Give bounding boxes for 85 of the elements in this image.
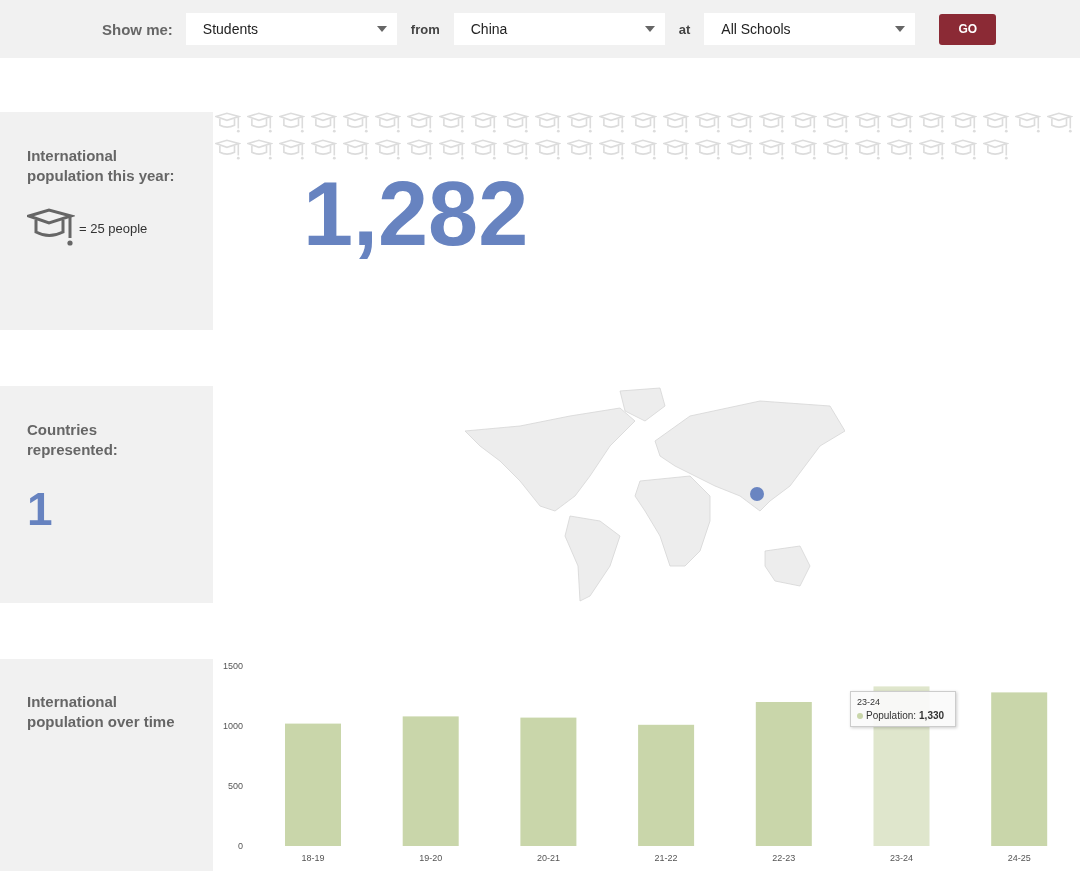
graduation-cap-icon [1015,112,1041,134]
graduation-cap-icon [343,112,369,134]
axis-tick-label: 19-20 [419,853,443,863]
axis-tick-label: 20-21 [536,853,560,863]
graduation-cap-icon [631,138,657,161]
from-label: from [410,21,440,37]
graduation-cap-icon [279,112,305,134]
section-title: Countries represented: [27,420,119,460]
series-dot [857,712,863,719]
country-dropdown[interactable]: China [453,13,665,45]
section-title: International population this year: [27,146,176,186]
graduation-cap-icon [567,138,593,161]
graduation-cap-icon [759,138,785,161]
graduation-cap-icon [951,112,977,134]
graduation-cap-icon [663,138,689,161]
axis-tick-label: 0 [238,841,243,851]
audience-dropdown[interactable]: Students [185,13,397,45]
graduation-cap-icon [855,138,881,161]
graduation-cap-icon [887,112,913,134]
graduation-cap-icon [279,138,305,161]
graduation-cap-icon [343,138,369,161]
location-dot [750,487,764,501]
graduation-cap-icon [471,138,497,161]
axis-tick-label: 18-19 [301,853,325,863]
graduation-cap-icon [599,138,625,161]
caret-icon [376,26,387,32]
graduation-cap-icon [759,112,785,134]
graduation-cap-icon [887,138,913,161]
axis-tick-label: 1500 [222,661,243,671]
graduation-cap-icon [503,138,529,161]
graduation-cap-icon [503,112,529,134]
graduation-cap-icon [631,112,657,134]
graduation-cap-icon [247,112,273,134]
tooltip-title: 23-24 [857,697,882,707]
axis-tick-label: 22-23 [772,853,796,863]
axis-tick-label: 1000 [222,721,243,731]
graduation-cap-icon [407,138,433,161]
graduation-cap-icon [823,138,849,161]
axis-tick-label: 23-24 [890,853,913,863]
at-label: at [678,21,691,37]
graduation-cap-icon [535,112,561,134]
graduation-cap-icon [439,112,465,134]
graduation-cap-icon [727,112,753,134]
tooltip-label: Population: [866,710,917,721]
go-button[interactable]: GO [939,13,997,45]
graduation-cap-icon [919,112,945,134]
graduation-cap-icon [215,112,241,134]
graduation-cap-icon [27,208,75,248]
graduation-cap-icon [983,138,1009,161]
graduation-cap-icon [215,138,241,161]
graduation-cap-icon [695,112,721,134]
graduation-cap-icon [727,138,753,161]
graduation-cap-icon [791,112,817,134]
graduation-cap-icon [247,138,273,161]
graduation-cap-icon [791,138,817,161]
section-title: International population over time [27,692,176,732]
graduation-cap-icon [919,138,945,161]
tooltip-value: 1,330 [919,710,945,721]
axis-tick-label: 500 [227,781,243,791]
graduation-cap-icon [439,138,465,161]
graduation-cap-icon [663,112,689,134]
graduation-cap-icon [311,138,337,161]
graduation-cap-icon [823,112,849,134]
graduation-cap-icon [599,112,625,134]
axis-tick-label: 21-22 [654,853,678,863]
graduation-cap-icon [407,112,433,134]
graduation-cap-icon [951,138,977,161]
graduation-cap-icon [855,112,881,134]
school-dropdown[interactable]: All Schools [704,13,916,45]
country-count: 1 [27,482,54,536]
graduation-cap-icon [695,138,721,161]
show-label: Show me: [102,20,173,38]
graduation-cap-icon [375,138,401,161]
legend-text: = 25 people [79,220,148,236]
graduation-cap-icon [375,112,401,134]
graduation-cap-icon [535,138,561,161]
graduation-cap-icon [311,112,337,134]
graduation-cap-icon [471,112,497,134]
graduation-cap-icon [567,112,593,134]
graduation-cap-icon [1047,112,1073,134]
caret-icon [895,26,906,32]
caret-icon [644,26,655,32]
population-count: 1,282 [303,164,530,264]
axis-tick-label: 24-25 [1007,853,1031,863]
graduation-cap-icon [983,112,1009,134]
